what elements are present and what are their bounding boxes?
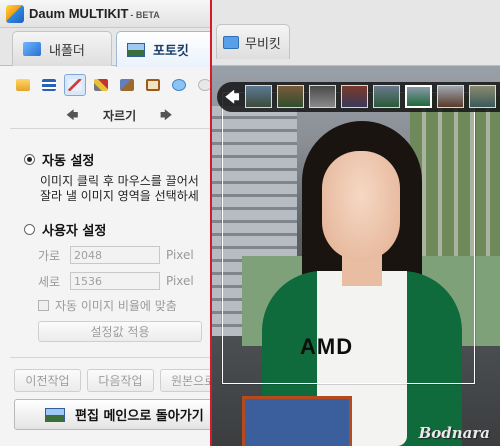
tab-moviekit[interactable]: 무비킷 <box>216 24 290 59</box>
custom-setting-radio[interactable] <box>24 224 35 235</box>
width-unit: Pixel <box>166 248 194 262</box>
thumbnail[interactable] <box>277 85 304 108</box>
title-bar: Daum MULTIKIT - BETA <box>0 0 211 28</box>
thumbnail-active[interactable] <box>405 85 432 108</box>
height-field[interactable] <box>70 272 160 290</box>
back-to-main-button[interactable]: 편집 메인으로 돌아가기 <box>14 399 211 430</box>
tool-subnav: 🡄 자르기 🡆 <box>0 104 211 124</box>
height-row: 세로 Pixel <box>38 272 194 290</box>
current-tool-label: 자르기 <box>103 109 137 123</box>
editor-panel: Daum MULTIKIT - BETA 내폴더 포토킷 🡄 자르기 🡆 자동 설… <box>0 0 211 446</box>
height-label: 세로 <box>38 274 61 289</box>
undo-button[interactable]: 이전작업 <box>14 369 81 392</box>
speech-bubble-icon[interactable] <box>168 74 190 96</box>
beta-badge: - BETA <box>130 10 160 20</box>
crop-selection-rectangle[interactable] <box>222 92 475 384</box>
keep-ratio-checkbox[interactable] <box>38 300 49 311</box>
auto-setting-radio[interactable] <box>24 154 35 165</box>
adjust-icon[interactable] <box>38 74 60 96</box>
custom-setting-option[interactable]: 사용자 설정 <box>24 220 106 239</box>
back-to-main-label: 편집 메인으로 돌아가기 <box>75 409 204 424</box>
divider <box>10 357 210 358</box>
back-arrow-icon[interactable]: 🡄 <box>225 87 239 111</box>
product-box <box>242 396 352 446</box>
apply-settings-button[interactable]: 설정값 적용 <box>38 321 202 342</box>
keep-ratio-option[interactable]: 자동 이미지 비율에 맞춤 <box>38 297 177 314</box>
auto-setting-option[interactable]: 자동 설정 <box>24 150 94 169</box>
next-tool-arrow-icon[interactable]: 🡆 <box>160 106 172 127</box>
frame-icon[interactable] <box>142 74 164 96</box>
app-title-text: Daum MULTIKIT <box>29 6 129 21</box>
tools-icon[interactable] <box>90 74 112 96</box>
custom-setting-label: 사용자 설정 <box>42 224 107 239</box>
tab-photokit-label: 포토킷 <box>153 44 189 59</box>
photo-icon <box>45 407 65 422</box>
image-preview[interactable]: AMD Bodnara <box>212 66 500 446</box>
watermark: Bodnara <box>418 424 490 442</box>
auto-setting-description: 이미지 클릭 후 마우스를 끌어서 잘라 낼 이미지 영역을 선택하세 <box>40 174 211 204</box>
tab-bar: 내폴더 포토킷 <box>0 28 211 67</box>
width-label: 가로 <box>38 248 61 263</box>
crop-scissors-icon[interactable] <box>64 74 86 96</box>
open-folder-icon[interactable] <box>12 74 34 96</box>
tool-strip <box>12 74 211 98</box>
thumbnail-strip: 🡄 <box>217 82 500 112</box>
restore-original-button[interactable]: 원본으로 <box>160 369 211 392</box>
width-row: 가로 Pixel <box>38 246 194 264</box>
more-icon[interactable] <box>194 74 211 96</box>
auto-desc-line-1: 이미지 클릭 후 마우스를 끌어서 <box>40 174 199 188</box>
width-field[interactable] <box>70 246 160 264</box>
thumbnail[interactable] <box>309 85 336 108</box>
thumbnail[interactable] <box>373 85 400 108</box>
thumbnail[interactable] <box>341 85 368 108</box>
tab-moviekit-label: 무비킷 <box>245 36 281 52</box>
tab-my-folder[interactable]: 내폴더 <box>12 31 112 66</box>
keep-ratio-label: 자동 이미지 비율에 맞춤 <box>55 299 177 313</box>
app-title: Daum MULTIKIT - BETA <box>29 6 160 21</box>
folder-icon <box>23 42 41 56</box>
tools-icon-2[interactable] <box>116 74 138 96</box>
thumbnail[interactable] <box>469 85 496 108</box>
tab-photokit[interactable]: 포토킷 <box>116 31 211 67</box>
thumbnail[interactable] <box>245 85 272 108</box>
auto-setting-label: 자동 설정 <box>42 154 95 169</box>
height-unit: Pixel <box>166 274 194 288</box>
auto-desc-line-2: 잘라 낼 이미지 영역을 선택하세 <box>40 189 199 203</box>
daum-logo-icon <box>6 5 24 23</box>
movie-icon <box>223 35 239 49</box>
prev-tool-arrow-icon[interactable]: 🡄 <box>66 106 78 127</box>
tab-bar-right: 무비킷 <box>212 0 500 66</box>
redo-button[interactable]: 다음작업 <box>87 369 154 392</box>
thumbnail[interactable] <box>437 85 464 108</box>
divider <box>10 128 210 129</box>
photo-icon <box>127 42 145 57</box>
tab-my-folder-label: 내폴더 <box>49 43 85 59</box>
